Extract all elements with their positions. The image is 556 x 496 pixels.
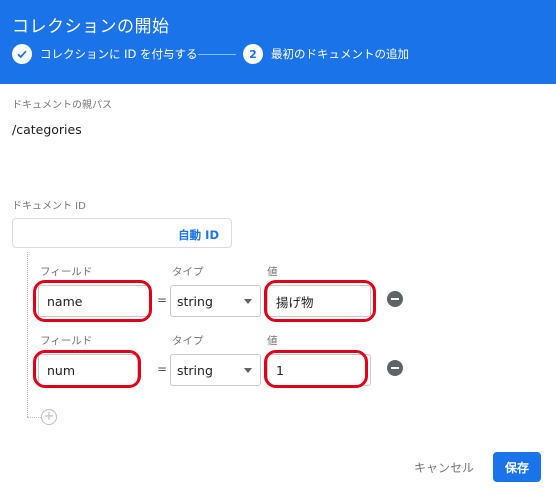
highlight-annotation bbox=[33, 280, 152, 322]
equals-sign: = bbox=[157, 293, 168, 307]
field-type-select[interactable]: string bbox=[170, 354, 261, 386]
add-field-icon[interactable]: + bbox=[41, 409, 57, 425]
field-label: フィールド bbox=[40, 335, 93, 347]
dropdown-arrow-icon bbox=[244, 368, 252, 373]
check-icon bbox=[12, 44, 32, 64]
step-1-label: コレクションに ID を付与する bbox=[40, 47, 198, 61]
step-connector bbox=[198, 54, 236, 55]
parent-path-label: ドキュメントの親パス bbox=[12, 100, 112, 111]
step-2: 2 最初のドキュメントの追加 bbox=[243, 44, 409, 64]
save-button[interactable]: 保存 bbox=[493, 452, 541, 482]
field-type-select[interactable]: string bbox=[170, 285, 261, 317]
value-label: 値 bbox=[267, 335, 278, 347]
value-label: 値 bbox=[267, 266, 278, 278]
dialog-header: コレクションの開始 コレクションに ID を付与する 2 最初のドキュメントの追… bbox=[0, 0, 556, 84]
tree-connector bbox=[27, 252, 28, 417]
step-2-number: 2 bbox=[243, 44, 263, 64]
field-type-value: string bbox=[177, 293, 213, 309]
highlight-annotation bbox=[264, 280, 376, 322]
highlight-annotation bbox=[33, 350, 141, 388]
document-id-label: ドキュメント ID bbox=[12, 201, 86, 212]
type-label: タイプ bbox=[172, 335, 204, 347]
step-1: コレクションに ID を付与する bbox=[12, 44, 198, 64]
document-id-input[interactable]: 自動 ID bbox=[12, 218, 232, 248]
remove-field-icon[interactable] bbox=[387, 360, 403, 376]
dialog-title: コレクションの開始 bbox=[12, 17, 170, 37]
equals-sign: = bbox=[157, 362, 168, 376]
step-2-label: 最初のドキュメントの追加 bbox=[271, 47, 409, 61]
dropdown-arrow-icon bbox=[244, 299, 252, 304]
cancel-button[interactable]: キャンセル bbox=[404, 452, 484, 482]
remove-field-icon[interactable] bbox=[387, 291, 403, 307]
field-type-value: string bbox=[177, 362, 213, 378]
type-label: タイプ bbox=[172, 266, 204, 278]
auto-id-button[interactable]: 自動 ID bbox=[178, 227, 219, 243]
highlight-annotation bbox=[264, 350, 368, 388]
tree-connector-branch bbox=[27, 417, 41, 418]
parent-path-value: /categories bbox=[12, 122, 82, 137]
field-label: フィールド bbox=[40, 266, 93, 278]
